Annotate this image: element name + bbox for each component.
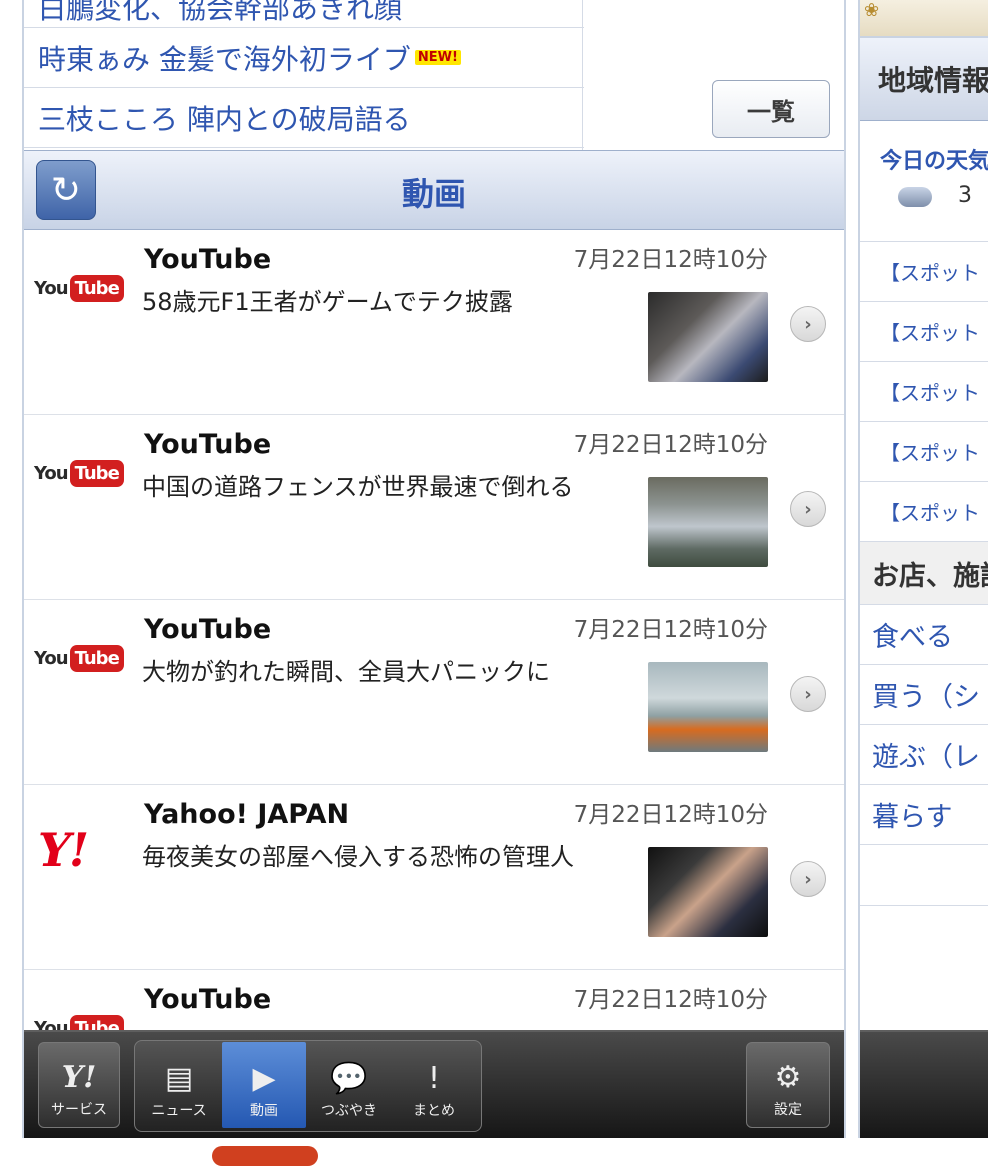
tab-service[interactable]: Y! サービス bbox=[38, 1042, 120, 1128]
tab-label: まとめ bbox=[413, 1103, 455, 1119]
video-item[interactable]: You Tube YouTube 7月22日12時10分 中国の道路フェンスが世界… bbox=[24, 415, 844, 600]
view-all-button[interactable]: 一覧 bbox=[712, 80, 830, 138]
exclamation-icon: ! bbox=[427, 1061, 441, 1096]
yahoo-service-icon: Y! bbox=[61, 1060, 97, 1095]
spot-link[interactable]: 【スポット bbox=[860, 422, 988, 482]
tab-video[interactable]: ▶ 動画 bbox=[222, 1042, 306, 1128]
category-link[interactable]: 食べる bbox=[860, 605, 988, 665]
empty-row bbox=[860, 845, 988, 906]
region-info-header: 地域情報 bbox=[860, 38, 988, 121]
video-thumbnail[interactable] bbox=[648, 847, 768, 937]
speech-bubble-icon: 💬 bbox=[330, 1061, 368, 1096]
video-time: 7月22日12時10分 bbox=[573, 432, 768, 458]
video-item[interactable]: You Tube YouTube 7月22日12時10分 58歳元F1王者がゲーム… bbox=[24, 230, 844, 415]
chevron-right-icon[interactable]: › bbox=[790, 861, 826, 897]
tab-label: 動画 bbox=[250, 1103, 278, 1119]
category-link[interactable]: 暮らす bbox=[860, 785, 988, 845]
main-panel: 白鵬変化、協会幹部あきれ顔 時東ぁみ 金髪で海外初ライブ NEW! 三枝こころ … bbox=[22, 0, 846, 1138]
video-thumbnail[interactable] bbox=[648, 662, 768, 752]
tab-tweet[interactable]: 💬 つぶやき bbox=[308, 1042, 390, 1128]
news-list: 白鵬変化、協会幹部あきれ顔 時東ぁみ 金髪で海外初ライブ NEW! 三枝こころ … bbox=[24, 0, 584, 148]
video-thumbnail[interactable] bbox=[648, 292, 768, 382]
weather-title[interactable]: 今日の天気 bbox=[880, 143, 988, 175]
video-source: YouTube bbox=[144, 244, 272, 275]
category-link[interactable]: 買う（シ bbox=[860, 665, 988, 725]
yahoo-logo-icon: Y! bbox=[38, 823, 89, 877]
news-item-label[interactable]: 三枝こころ 陣内との破局語る bbox=[38, 98, 411, 138]
chevron-right-icon[interactable]: › bbox=[790, 491, 826, 527]
spot-link[interactable]: 【スポット bbox=[860, 362, 988, 422]
video-item[interactable]: You Tube YouTube 7月22日12時10分 大物が釣れた瞬間、全員大… bbox=[24, 600, 844, 785]
news-item[interactable]: 時東ぁみ 金髪で海外初ライブ NEW! bbox=[24, 28, 584, 88]
spot-link[interactable]: 【スポット bbox=[860, 302, 988, 362]
tab-label: ニュース bbox=[151, 1103, 207, 1119]
weather-block[interactable]: 今日の天気 3 bbox=[860, 121, 988, 242]
video-title[interactable]: 大物が釣れた瞬間、全員大パニックに bbox=[142, 654, 632, 690]
youtube-logo-icon: You Tube bbox=[34, 270, 124, 306]
video-source: YouTube bbox=[144, 429, 272, 460]
video-thumbnail[interactable] bbox=[648, 477, 768, 567]
weather-temp: 3 bbox=[958, 183, 972, 208]
gear-icon: ⚙ bbox=[774, 1060, 802, 1095]
news-item[interactable]: 白鵬変化、協会幹部あきれ顔 bbox=[24, 0, 584, 28]
video-title[interactable]: 毎夜美女の部屋へ侵入する恐怖の管理人 bbox=[142, 839, 632, 875]
tab-settings[interactable]: ⚙ 設定 bbox=[746, 1042, 830, 1128]
video-time: 7月22日12時10分 bbox=[573, 617, 768, 643]
chevron-right-icon[interactable]: › bbox=[790, 306, 826, 342]
chevron-right-icon[interactable]: › bbox=[790, 676, 826, 712]
category-link[interactable]: 遊ぶ（レ bbox=[860, 725, 988, 785]
section-title: 動画 bbox=[401, 175, 466, 213]
side-panel: ❀ 地域情報 今日の天気 3 【スポット 【スポット 【スポット 【スポット 【… bbox=[858, 0, 988, 1138]
youtube-logo-icon: You Tube bbox=[34, 640, 124, 676]
tab-bar: Y! サービス ▤ ニュース ▶ 動画 💬 つぶやき ! まとめ ⚙ 設定 bbox=[24, 1030, 844, 1138]
spot-link[interactable]: 【スポット bbox=[860, 242, 988, 302]
category-header: お店、施設 bbox=[860, 542, 988, 605]
news-item[interactable]: 三枝こころ 陣内との破局語る bbox=[24, 88, 584, 148]
video-item[interactable]: Y! Yahoo! JAPAN 7月22日12時10分 毎夜美女の部屋へ侵入する… bbox=[24, 785, 844, 970]
video-source: Yahoo! JAPAN bbox=[144, 799, 350, 830]
banner-ornament: ❀ bbox=[860, 0, 988, 38]
video-list: You Tube YouTube 7月22日12時10分 58歳元F1王者がゲーム… bbox=[24, 230, 844, 1138]
side-tab-bar bbox=[860, 1030, 988, 1138]
divider bbox=[582, 0, 583, 150]
tab-label: つぶやき bbox=[321, 1103, 377, 1119]
film-icon: ▶ bbox=[252, 1061, 276, 1096]
tab-summary[interactable]: ! まとめ bbox=[392, 1042, 476, 1128]
spot-link[interactable]: 【スポット bbox=[860, 482, 988, 542]
news-item-label[interactable]: 白鵬変化、協会幹部あきれ顔 bbox=[38, 0, 402, 27]
tab-label: 設定 bbox=[774, 1102, 802, 1118]
video-time: 7月22日12時10分 bbox=[573, 247, 768, 273]
video-title[interactable]: 中国の道路フェンスが世界最速で倒れる bbox=[142, 469, 632, 505]
video-title[interactable]: 58歳元F1王者がゲームでテク披露 bbox=[142, 284, 632, 320]
cloud-icon bbox=[898, 187, 932, 207]
tab-label: サービス bbox=[51, 1102, 107, 1118]
video-source: YouTube bbox=[144, 614, 272, 645]
video-time: 7月22日12時10分 bbox=[573, 802, 768, 828]
video-source: YouTube bbox=[144, 984, 272, 1015]
youtube-logo-icon: You Tube bbox=[34, 455, 124, 491]
newspaper-icon: ▤ bbox=[164, 1061, 194, 1096]
video-time: 7月22日12時10分 bbox=[573, 987, 768, 1013]
page-indicator bbox=[212, 1146, 318, 1166]
new-badge: NEW! bbox=[414, 50, 461, 65]
tab-news[interactable]: ▤ ニュース bbox=[138, 1042, 220, 1128]
news-item-label[interactable]: 時東ぁみ 金髪で海外初ライブ bbox=[38, 38, 411, 78]
video-section-header: ↻ 動画 bbox=[24, 150, 844, 230]
